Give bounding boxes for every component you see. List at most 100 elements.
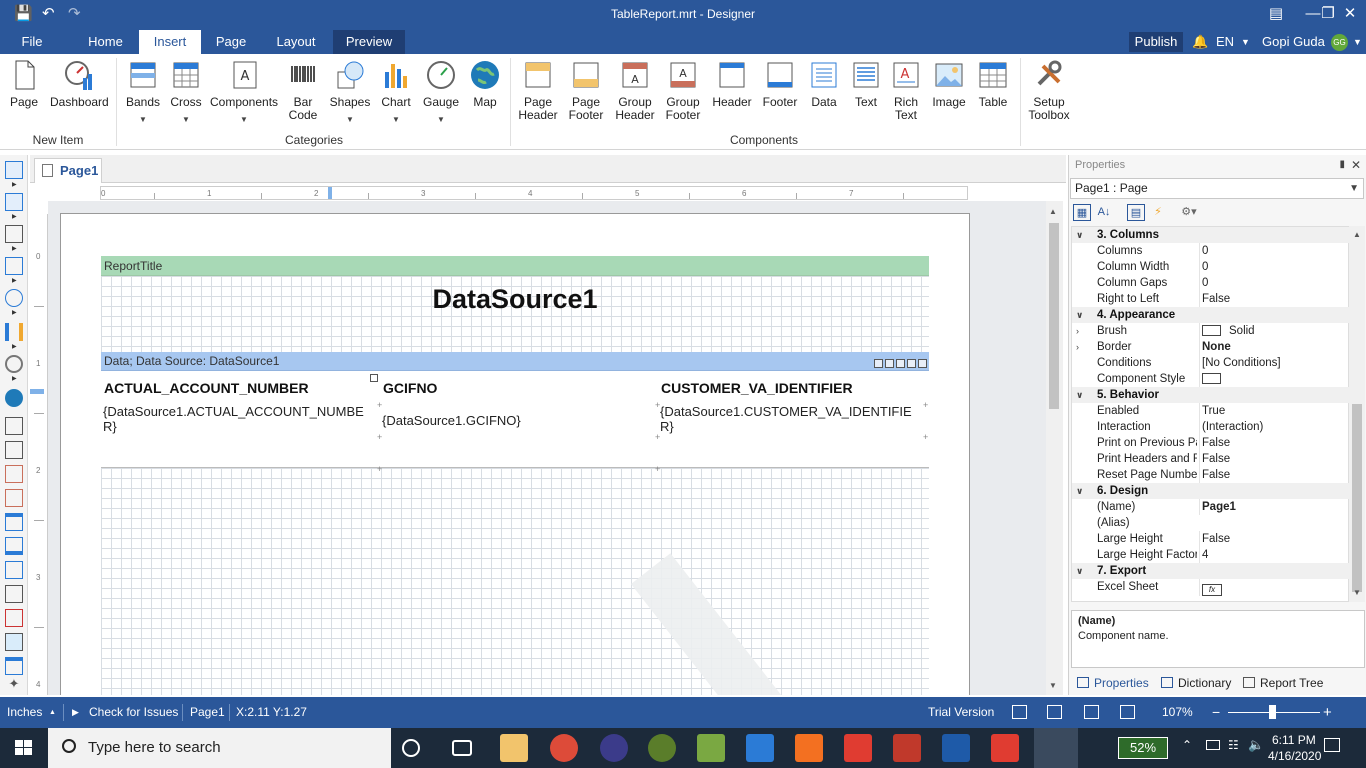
close-button[interactable]: ✕ xyxy=(1335,0,1365,30)
footer-button[interactable]: Footer xyxy=(758,58,802,109)
page-header-tool-icon[interactable] xyxy=(5,417,23,435)
property-category[interactable]: ∨ 5. Behavior xyxy=(1072,387,1350,403)
group-header-tool-icon[interactable] xyxy=(5,465,23,483)
page-footer-button[interactable]: Page Footer xyxy=(564,58,608,122)
shapes-button[interactable]: Shapes ▼ xyxy=(328,58,372,126)
table-tool-icon[interactable] xyxy=(5,657,23,675)
property-row[interactable]: Conditions [No Conditions] xyxy=(1072,355,1350,371)
property-value[interactable]: [No Conditions] xyxy=(1199,355,1349,371)
property-category[interactable]: ∨ 3. Columns xyxy=(1072,227,1350,243)
tab-page1[interactable]: Page1 xyxy=(34,158,102,183)
chevron-down-icon[interactable]: ∨ xyxy=(1076,563,1086,579)
property-value[interactable]: False xyxy=(1199,451,1349,467)
title-text[interactable]: DataSource1 xyxy=(101,284,929,315)
chevron-down-icon[interactable]: ∨ xyxy=(1076,307,1086,323)
cross-bands-tool-icon[interactable] xyxy=(5,193,23,211)
cortana-icon[interactable] xyxy=(402,739,420,757)
battery-indicator[interactable]: 52% xyxy=(1118,737,1168,759)
scroll-up-icon[interactable]: ▲ xyxy=(1353,230,1361,239)
start-button[interactable] xyxy=(0,728,48,768)
properties-view-icon[interactable]: ▤ xyxy=(1127,204,1145,221)
property-value[interactable]: True xyxy=(1199,403,1349,419)
chevron-up-icon[interactable]: ▲ xyxy=(49,697,56,728)
tab-properties[interactable]: Properties xyxy=(1077,676,1149,690)
tab-page[interactable]: Page xyxy=(206,30,256,54)
group-footer-button[interactable]: A Group Footer xyxy=(660,58,706,122)
task-view-icon[interactable] xyxy=(452,740,472,756)
property-row[interactable]: Interaction (Interaction) xyxy=(1072,419,1350,435)
tab-preview[interactable]: Preview xyxy=(333,30,405,54)
property-row[interactable]: Large Height False xyxy=(1072,531,1350,547)
play-icon[interactable]: ▶ xyxy=(72,697,79,728)
property-row[interactable]: Enabled True xyxy=(1072,403,1350,419)
property-value[interactable]: None xyxy=(1199,339,1349,355)
avatar[interactable]: GG xyxy=(1331,34,1348,51)
page-header-button[interactable]: Page Header xyxy=(516,58,560,122)
property-value[interactable]: False xyxy=(1199,435,1349,451)
language-selector[interactable]: EN xyxy=(1216,30,1234,54)
page-width-icon[interactable] xyxy=(1012,705,1027,719)
chevron-down-icon[interactable]: ▼ xyxy=(1241,30,1250,54)
notepad-icon[interactable] xyxy=(697,734,725,762)
gauge-tool-icon[interactable] xyxy=(5,355,23,373)
tab-home[interactable]: Home xyxy=(78,30,133,54)
chevron-down-icon[interactable]: ∨ xyxy=(1076,387,1086,403)
chrome-icon[interactable] xyxy=(550,734,578,762)
property-row[interactable]: Right to Left False xyxy=(1072,291,1350,307)
chevron-down-icon[interactable]: ∨ xyxy=(1076,227,1086,243)
property-row[interactable]: Large Height Factor 4 xyxy=(1072,547,1350,563)
settings-icon[interactable]: ⚙▾ xyxy=(1175,204,1203,221)
property-value[interactable]: False xyxy=(1199,291,1349,307)
network-icon[interactable]: ☷ xyxy=(1228,738,1239,752)
group-header-button[interactable]: A Group Header xyxy=(612,58,658,122)
text-button[interactable]: Text xyxy=(846,58,886,109)
ruler-marker[interactable] xyxy=(328,187,332,199)
chart-tool-icon[interactable] xyxy=(5,323,23,341)
data-band[interactable]: Data; Data Source: DataSource1 xyxy=(101,352,929,371)
property-category[interactable]: ∨ 7. Export xyxy=(1072,563,1350,579)
property-row[interactable]: Columns 0 xyxy=(1072,243,1350,259)
shapes-tool-icon[interactable] xyxy=(5,289,23,307)
property-value[interactable]: 0 xyxy=(1199,243,1349,259)
chevron-right-icon[interactable]: › xyxy=(1076,339,1086,355)
header-tool-icon[interactable] xyxy=(5,513,23,531)
image-button[interactable]: Image xyxy=(928,58,970,109)
barcode-button[interactable]: Bar Code xyxy=(284,58,322,122)
zoom-slider-thumb[interactable] xyxy=(1269,705,1276,719)
data-cell[interactable]: {DataSource1.ACTUAL_ACCOUNT_NUMBER} xyxy=(103,404,365,434)
whole-page-icon[interactable] xyxy=(1084,705,1099,719)
property-value[interactable]: Solid xyxy=(1199,323,1349,339)
property-row[interactable]: › Border None xyxy=(1072,339,1350,355)
bands-tool-icon[interactable] xyxy=(5,161,23,179)
property-row[interactable]: (Name) Page1 xyxy=(1072,499,1350,515)
components-tool-icon[interactable] xyxy=(5,225,23,243)
property-row[interactable]: (Alias) xyxy=(1072,515,1350,531)
chevron-right-icon[interactable]: › xyxy=(1076,323,1086,339)
anydesk-icon[interactable] xyxy=(991,734,1019,762)
chevron-down-icon[interactable]: ▼ xyxy=(1353,30,1362,54)
ruler-marker[interactable] xyxy=(30,389,44,394)
property-row[interactable]: Column Gaps 0 xyxy=(1072,275,1350,291)
units-selector[interactable]: Inches xyxy=(7,697,42,728)
page-footer-tool-icon[interactable] xyxy=(5,441,23,459)
chevron-down-icon[interactable]: ∨ xyxy=(1076,483,1086,499)
rich-text-tool-icon[interactable] xyxy=(5,609,23,627)
report-page[interactable]: ReportTitle DataSource1 Data; Data Sourc… xyxy=(60,213,970,695)
cross-button[interactable]: Cross ▼ xyxy=(166,58,206,126)
property-row[interactable]: Excel Sheet fx xyxy=(1072,579,1350,596)
map-tool-icon[interactable] xyxy=(5,389,23,407)
bands-button[interactable]: Bands ▼ xyxy=(122,58,164,126)
property-value[interactable]: Page1 xyxy=(1199,499,1349,515)
xampp-icon[interactable] xyxy=(795,734,823,762)
header-button[interactable]: Header xyxy=(710,58,754,109)
bell-icon[interactable]: 🔔 xyxy=(1192,30,1208,54)
property-row[interactable]: Column Width 0 xyxy=(1072,259,1350,275)
rich-text-button[interactable]: A Rich Text xyxy=(886,58,926,122)
property-value[interactable]: 0 xyxy=(1199,275,1349,291)
page-height-icon[interactable] xyxy=(1047,705,1062,719)
stimulsoft-icon[interactable] xyxy=(942,734,970,762)
setup-toolbox-button[interactable]: Setup Toolbox xyxy=(1026,58,1072,122)
footer-tool-icon[interactable] xyxy=(5,537,23,555)
zoom-out-icon[interactable]: − xyxy=(1212,697,1220,728)
tab-layout[interactable]: Layout xyxy=(266,30,326,54)
